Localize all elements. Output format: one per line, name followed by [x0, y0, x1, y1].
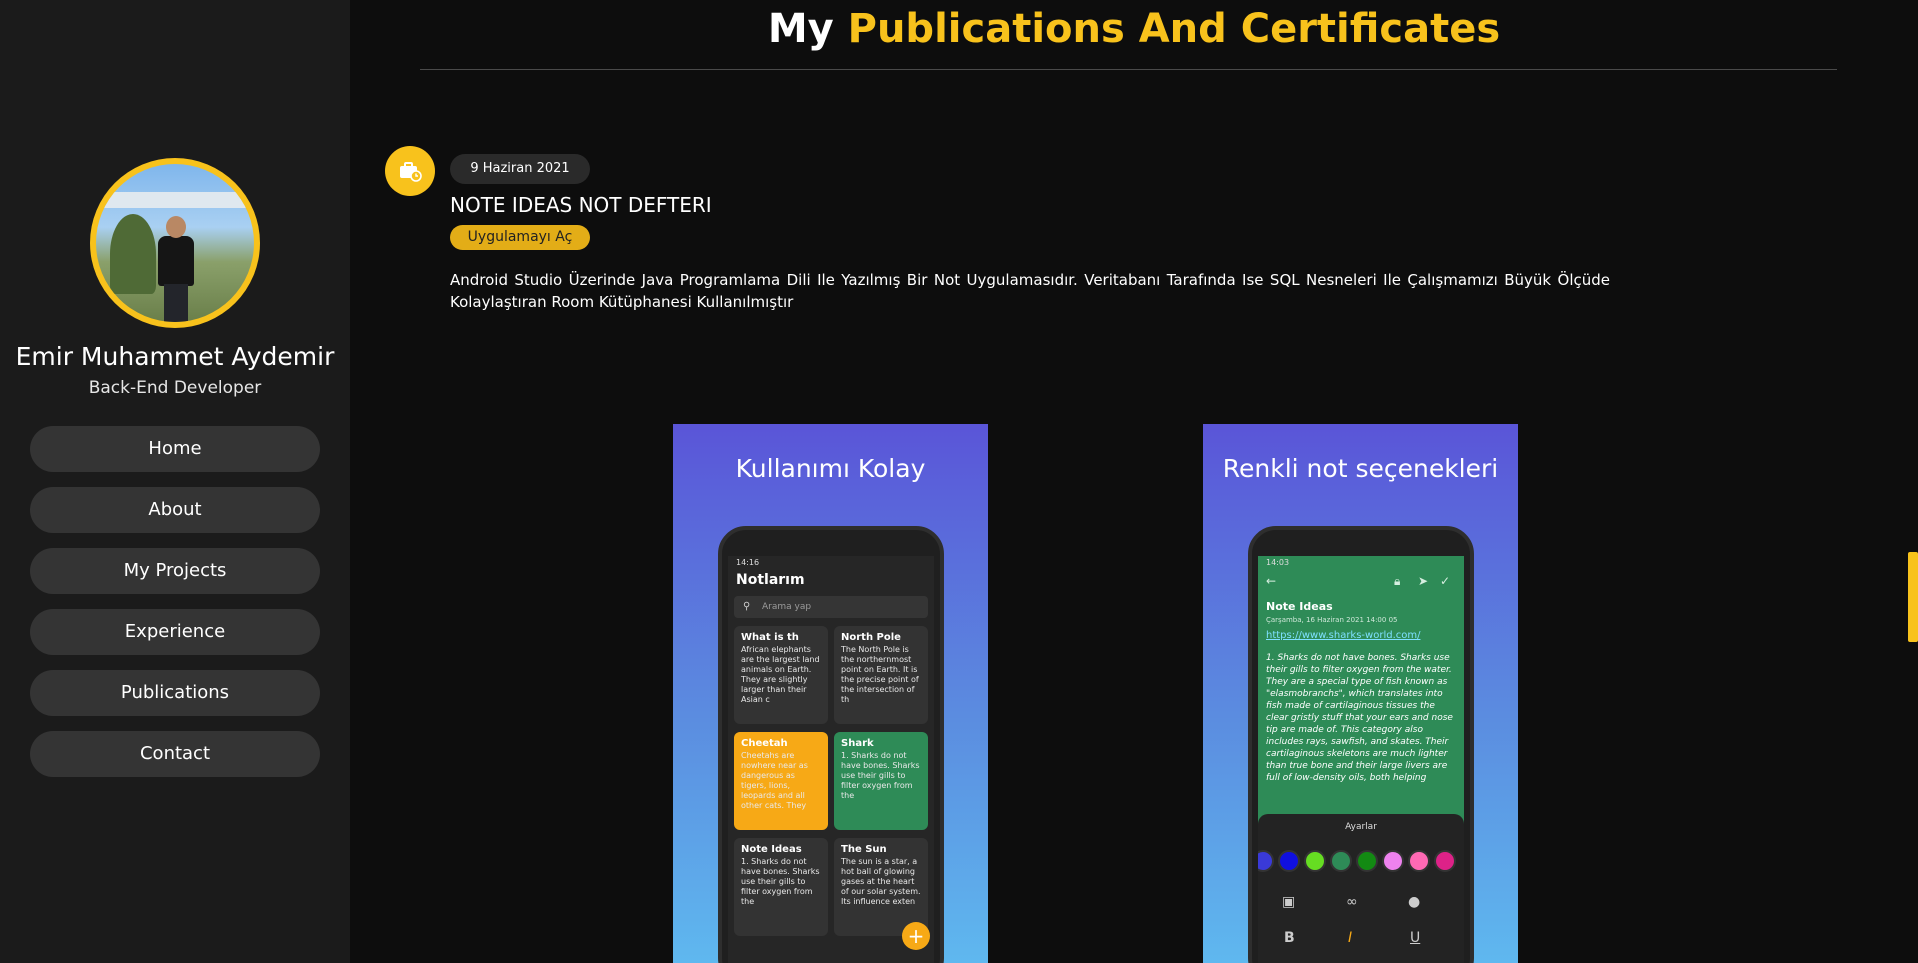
image-icon: ▣: [1282, 894, 1296, 910]
entry-description: Android Studio Üzerinde Java Programlama…: [450, 271, 1610, 311]
note-card: North Pole The North Pole is the norther…: [834, 626, 928, 724]
entry-title: NOTE IDEAS NOT DEFTERI: [450, 193, 712, 217]
nav-item-publications[interactable]: Publications: [30, 670, 320, 716]
italic-icon: I: [1348, 930, 1353, 946]
screenshot-caption: Kullanımı Kolay: [735, 454, 926, 483]
note-title: Shark: [841, 738, 874, 749]
note-body: African elephants are the largest land a…: [741, 645, 820, 704]
main-content: My Publications And Certificates 9 Hazir…: [350, 0, 1918, 963]
sidebar: Emir Muhammet Aydemir Back-End Developer…: [0, 0, 350, 963]
nav-item-contact[interactable]: Contact: [30, 731, 320, 777]
page-title: My Publications And Certificates: [350, 6, 1918, 52]
color-swatch: [1408, 850, 1430, 872]
search-icon: ⚲: [743, 601, 751, 612]
settings-sheet-title: Ayarlar: [1345, 822, 1377, 832]
status-time: 14:16: [736, 558, 760, 567]
nav-item-experience[interactable]: Experience: [30, 609, 320, 655]
open-app-button[interactable]: Uygulamayı Aç: [450, 225, 590, 250]
page-title-highlight: Publications And Certificates: [847, 6, 1501, 52]
note-body: The sun is a star, a hot ball of glowing…: [841, 857, 921, 906]
add-note-icon: +: [902, 922, 930, 950]
link-icon: ∞: [1346, 894, 1358, 910]
color-swatch: [1330, 850, 1352, 872]
bold-icon: B: [1284, 930, 1295, 946]
note-card: Shark 1. Sharks do not have bones. Shark…: [834, 732, 928, 830]
app-screenshot-2: Renkli not seçenekleri 14:03 ← 🔒︎ ➤ ✓ No…: [1203, 424, 1518, 963]
note-title: Cheetah: [741, 738, 788, 749]
color-swatch: [1278, 850, 1300, 872]
note-title: Note Ideas: [1266, 600, 1333, 613]
avatar: [90, 158, 260, 328]
back-arrow-icon: ←: [1266, 574, 1277, 588]
share-icon: ➤: [1418, 574, 1429, 588]
note-card: Cheetah Cheetahs are nowhere near as dan…: [734, 732, 828, 830]
settings-sheet: Ayarlar ▣ ∞ ● B I U: [1258, 814, 1464, 963]
note-body: 1. Sharks do not have bones. Sharks use …: [741, 857, 820, 906]
profile-photo: [96, 164, 254, 322]
note-body: The North Pole is the northernmost point…: [841, 645, 919, 704]
app-screenshot-1: Kullanımı Kolay 14:16 Notlarım ⚲ Arama y…: [673, 424, 988, 963]
note-link: https://www.sharks-world.com/: [1266, 630, 1421, 641]
color-swatch: [1258, 850, 1274, 872]
nav-item-about[interactable]: About: [30, 487, 320, 533]
phone-screen: 14:03 ← 🔒︎ ➤ ✓ Note Ideas Çarşamba, 16 H…: [1258, 556, 1464, 963]
title-divider: [420, 69, 1837, 70]
page-scrollbar[interactable]: [1908, 552, 1918, 642]
color-swatch: [1304, 850, 1326, 872]
app-search-placeholder: Arama yap: [762, 602, 812, 612]
app-search-bar: ⚲ Arama yap: [734, 596, 928, 618]
microphone-icon: ●: [1408, 894, 1421, 910]
phone-screen: 14:16 Notlarım ⚲ Arama yap What is th Af…: [728, 556, 934, 963]
nav-item-my-projects[interactable]: My Projects: [30, 548, 320, 594]
check-circle-icon: ✓: [1440, 574, 1451, 588]
note-title: North Pole: [841, 632, 901, 643]
color-swatch: [1434, 850, 1456, 872]
note-date: Çarşamba, 16 Haziran 2021 14:00 05: [1266, 616, 1398, 624]
note-card: Note Ideas 1. Sharks do not have bones. …: [734, 838, 828, 936]
color-swatch: [1382, 850, 1404, 872]
nav-item-home[interactable]: Home: [30, 426, 320, 472]
status-time: 14:03: [1266, 558, 1290, 567]
note-text: 1. Sharks do not have bones. Sharks use …: [1266, 653, 1453, 783]
lock-icon: 🔒︎: [1394, 574, 1401, 588]
note-title: Note Ideas: [741, 844, 802, 855]
app-header-title: Notlarım: [736, 572, 805, 588]
note-card: What is th African elephants are the lar…: [734, 626, 828, 724]
page-title-plain: My: [767, 6, 834, 52]
note-title: What is th: [741, 632, 799, 643]
color-swatches: [1258, 850, 1462, 874]
underline-icon: U: [1410, 930, 1421, 946]
profile-role: Back-End Developer: [88, 378, 262, 398]
phone-mockup: 14:16 Notlarım ⚲ Arama yap What is th Af…: [718, 526, 944, 963]
sidebar-nav: Home About My Projects Experience Public…: [30, 426, 320, 792]
note-body: 1. Sharks do not have bones. Sharks use …: [841, 751, 920, 800]
phone-mockup: 14:03 ← 🔒︎ ➤ ✓ Note Ideas Çarşamba, 16 H…: [1248, 526, 1474, 963]
entry-date-badge: 9 Haziran 2021: [450, 154, 590, 184]
profile-name: Emir Muhammet Aydemir: [15, 342, 335, 371]
color-swatch: [1356, 850, 1378, 872]
note-title: The Sun: [841, 844, 887, 855]
note-toolbar: ← 🔒︎ ➤ ✓: [1266, 574, 1456, 588]
screenshot-caption: Renkli not seçenekleri: [1222, 454, 1499, 483]
note-body: Cheetahs are nowhere near as dangerous a…: [741, 751, 808, 810]
briefcase-icon: [385, 146, 435, 196]
